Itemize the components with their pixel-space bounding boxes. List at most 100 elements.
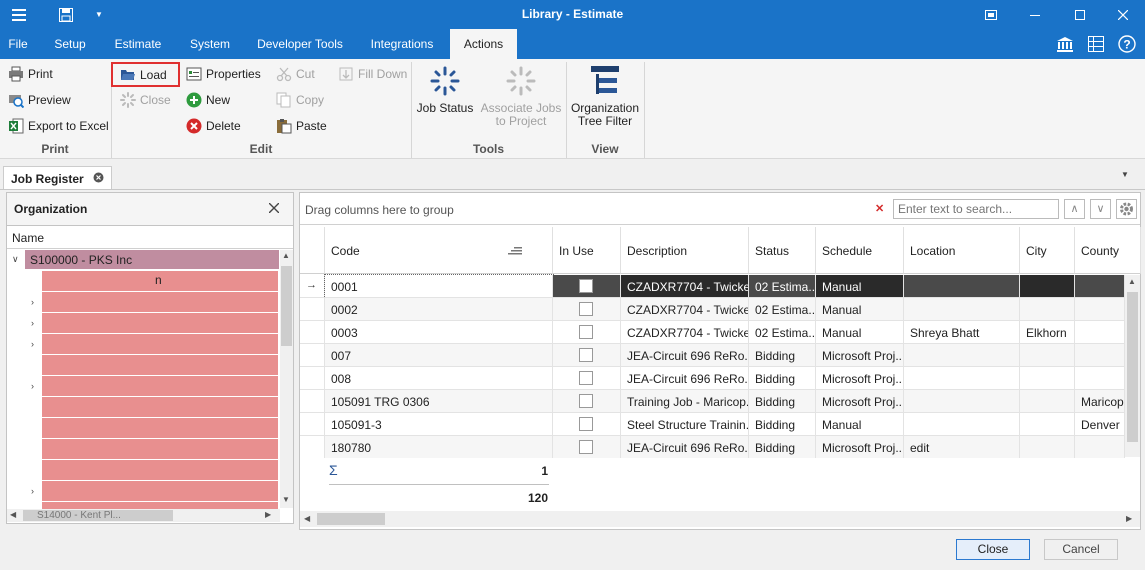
export-to-excel-button[interactable]: Export to Excel — [8, 115, 109, 137]
sort-icon[interactable] — [508, 245, 522, 255]
restore-layout-icon[interactable] — [980, 0, 1002, 29]
org-vertical-scrollbar[interactable]: ▲ ▼ — [280, 250, 293, 508]
cell-city[interactable] — [1020, 367, 1075, 390]
close-tab-icon[interactable] — [93, 172, 104, 186]
close-dialog-button[interactable]: Close — [956, 539, 1030, 560]
in-use-checkbox[interactable] — [579, 440, 593, 454]
menu-file[interactable]: File — [0, 29, 36, 59]
delete-button[interactable]: Delete — [186, 115, 241, 137]
cell-county[interactable] — [1075, 298, 1125, 321]
column-header-description[interactable]: Description — [621, 227, 749, 274]
load-button[interactable]: Load — [111, 62, 180, 87]
cell-status[interactable]: Bidding — [749, 367, 816, 390]
new-button[interactable]: New — [186, 89, 230, 111]
row-indicator[interactable] — [300, 436, 325, 459]
cell-city[interactable] — [1020, 275, 1075, 298]
expand-chevron-icon[interactable]: › — [31, 486, 34, 496]
clear-search-icon[interactable]: ✕ — [875, 202, 884, 215]
org-tree-item[interactable]: n — [42, 271, 278, 291]
column-header-schedule[interactable]: Schedule — [816, 227, 904, 274]
tab-menu-dropdown-icon[interactable]: ▼ — [1121, 170, 1129, 179]
cell-description[interactable]: CZADXR7704 - Twicke... — [621, 275, 749, 298]
cell-description[interactable]: JEA-Circuit 696 ReRo... — [621, 436, 749, 459]
cell-schedule[interactable]: Manual — [816, 413, 904, 436]
cell-status[interactable]: Bidding — [749, 344, 816, 367]
fill-down-button[interactable]: Fill Down — [338, 63, 407, 85]
cell-status[interactable]: Bidding — [749, 413, 816, 436]
preview-button[interactable]: Preview — [8, 89, 71, 111]
cell-schedule[interactable]: Manual — [816, 275, 904, 298]
scroll-up-icon[interactable]: ▲ — [1128, 277, 1136, 286]
cell-description[interactable]: Training Job - Maricop... — [621, 390, 749, 413]
grid-horizontal-scrollbar[interactable]: ◀ ▶ — [300, 511, 1140, 527]
cell-in-use[interactable] — [553, 275, 621, 298]
close-window-icon[interactable] — [1112, 0, 1134, 29]
cell-code[interactable]: 180780 — [325, 436, 553, 459]
cell-code[interactable]: 007 — [325, 344, 553, 367]
scroll-right-icon[interactable]: ▶ — [1126, 514, 1132, 523]
cell-description[interactable]: JEA-Circuit 696 ReRo... — [621, 344, 749, 367]
org-name-column-header[interactable]: Name — [7, 227, 293, 249]
hamburger-menu-icon[interactable] — [10, 0, 28, 29]
cell-location[interactable]: Shreya Bhatt — [904, 321, 1020, 344]
menu-estimate[interactable]: Estimate — [104, 29, 172, 59]
cell-code[interactable]: 0003 — [325, 321, 553, 344]
cell-city[interactable] — [1020, 436, 1075, 459]
cell-in-use[interactable] — [553, 344, 621, 367]
cell-city[interactable] — [1020, 344, 1075, 367]
cell-county[interactable] — [1075, 275, 1125, 298]
cell-location[interactable]: edit — [904, 436, 1020, 459]
cell-status[interactable]: 02 Estima... — [749, 321, 816, 344]
in-use-checkbox[interactable] — [579, 371, 593, 385]
cell-description[interactable]: CZADXR7704 - Twicke... — [621, 321, 749, 344]
org-tree-root[interactable]: S100000 - PKS Inc — [25, 250, 279, 269]
scroll-right-icon[interactable]: ▶ — [265, 510, 271, 519]
cell-county[interactable]: Maricopa — [1075, 390, 1125, 413]
layout-grid-icon[interactable] — [1085, 34, 1107, 54]
close-panel-icon[interactable] — [268, 202, 280, 216]
cell-schedule[interactable]: Microsoft Proj... — [816, 344, 904, 367]
cell-county[interactable]: Denver — [1075, 413, 1125, 436]
expand-chevron-icon[interactable]: › — [31, 318, 34, 328]
cell-code[interactable]: 105091 TRG 0306 — [325, 390, 553, 413]
cell-location[interactable] — [904, 390, 1020, 413]
in-use-checkbox[interactable] — [579, 394, 593, 408]
cell-city[interactable]: Elkhorn — [1020, 321, 1075, 344]
cell-description[interactable]: Steel Structure Trainin... — [621, 413, 749, 436]
row-indicator[interactable] — [300, 321, 325, 344]
search-next-button[interactable]: ∨ — [1090, 199, 1111, 219]
org-tree-item[interactable] — [42, 334, 278, 354]
org-tree-item[interactable] — [42, 418, 278, 438]
column-header-location[interactable]: Location — [904, 227, 1020, 274]
in-use-checkbox[interactable] — [579, 279, 593, 293]
org-tree-item[interactable] — [42, 439, 278, 459]
org-horizontal-scrollbar[interactable]: ◀ S14000 - Kent Pl... ▶ — [7, 509, 280, 522]
search-input[interactable] — [893, 199, 1059, 219]
cell-location[interactable] — [904, 275, 1020, 298]
expand-chevron-icon[interactable]: › — [31, 297, 34, 307]
cell-schedule[interactable]: Manual — [816, 298, 904, 321]
menu-developer-tools[interactable]: Developer Tools — [250, 29, 350, 59]
org-tree-item[interactable] — [42, 376, 278, 396]
cell-schedule[interactable]: Manual — [816, 321, 904, 344]
expand-arrow-icon[interactable]: ∨ — [12, 254, 19, 265]
cell-description[interactable]: JEA-Circuit 696 ReRo... — [621, 367, 749, 390]
copy-button[interactable]: Copy — [276, 89, 324, 111]
column-header-code[interactable]: Code — [325, 227, 553, 274]
expand-chevron-icon[interactable]: › — [31, 381, 34, 391]
org-tree-item[interactable] — [42, 460, 278, 480]
column-header-county[interactable]: County — [1075, 227, 1141, 274]
menu-actions[interactable]: Actions — [450, 29, 517, 60]
grid-vertical-scrollbar[interactable]: ▲ — [1125, 275, 1140, 457]
cell-location[interactable] — [904, 413, 1020, 436]
org-vertical-scroll-thumb[interactable] — [281, 266, 292, 346]
menu-system[interactable]: System — [180, 29, 240, 59]
grid-settings-button[interactable] — [1116, 199, 1137, 219]
org-tree-item[interactable] — [42, 292, 278, 312]
cell-schedule[interactable]: Microsoft Proj... — [816, 436, 904, 459]
cut-button[interactable]: Cut — [276, 63, 315, 85]
organization-tree-filter-button[interactable]: Organization Tree Filter — [569, 62, 641, 128]
cell-county[interactable] — [1075, 367, 1125, 390]
cell-in-use[interactable] — [553, 413, 621, 436]
paste-button[interactable]: Paste — [276, 115, 327, 137]
